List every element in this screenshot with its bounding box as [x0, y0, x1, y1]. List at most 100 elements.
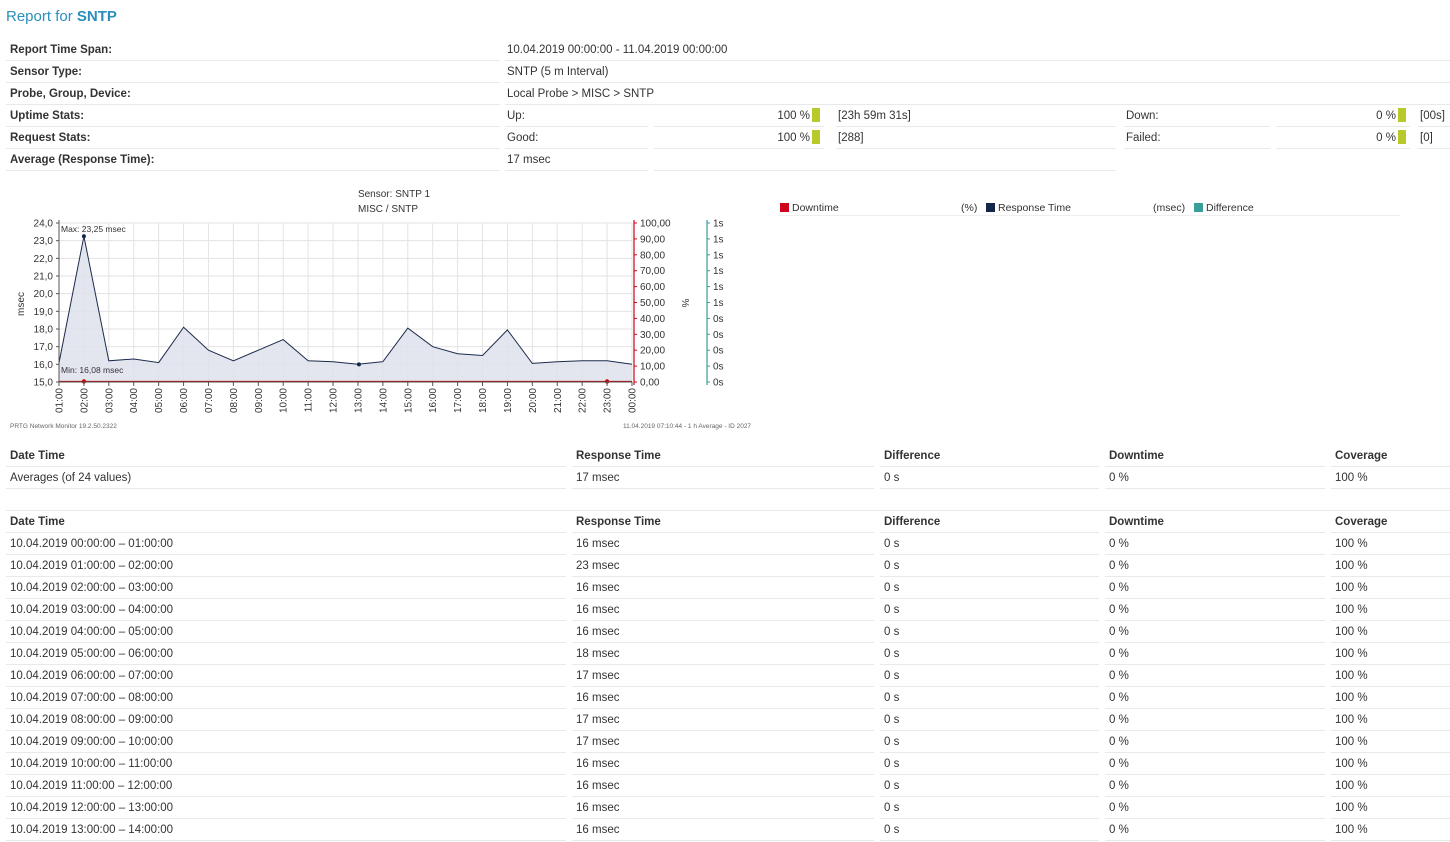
row-coverage: 100 % — [1331, 710, 1450, 731]
chart-title: Sensor: SNTP 1 — [358, 189, 431, 200]
avg-difference: 0 s — [880, 468, 1099, 489]
y-tick-label: 24,0 — [34, 219, 54, 230]
row-date-time: 10.04.2019 07:00:00 – 08:00:00 — [6, 688, 566, 709]
row-coverage: 100 % — [1331, 534, 1450, 555]
time-span-label: Report Time Span: — [6, 40, 500, 61]
row-difference: 0 s — [880, 666, 1099, 687]
y3-tick-label: 0s — [713, 314, 724, 325]
plot-area — [59, 223, 632, 382]
request-good-pct: 100 % — [654, 128, 824, 149]
row-downtime: 0 % — [1105, 732, 1325, 753]
x-tick-label: 01:00 — [55, 388, 66, 413]
uptime-up-pct: 100 % — [654, 106, 824, 127]
x-tick-label: 06:00 — [179, 388, 190, 413]
y-tick-label: 23,0 — [34, 236, 54, 247]
table-row: 10.04.2019 05:00:00 – 06:00:00 18 msec 0 s… — [0, 644, 1450, 666]
x-tick-label: 05:00 — [154, 388, 165, 413]
row-date-time: 10.04.2019 04:00:00 – 05:00:00 — [6, 622, 566, 643]
table-row: 10.04.2019 04:00:00 – 05:00:00 16 msec 0 s… — [0, 622, 1450, 644]
row-response-time: 16 msec — [572, 600, 874, 621]
uptime-up-bar — [812, 108, 820, 122]
col-downtime: Downtime — [1105, 512, 1325, 533]
max-label: Max: 23,25 msec — [61, 224, 126, 234]
row-response-time: 18 msec — [572, 644, 874, 665]
summary-row-sensor-type: Sensor Type: SNTP (5 m Interval) — [0, 62, 1450, 84]
y2-axis-label: % — [679, 299, 690, 308]
request-failed-pct: 0 % — [1276, 128, 1410, 149]
row-date-time: 10.04.2019 02:00:00 – 03:00:00 — [6, 578, 566, 599]
y3-tick-label: 1s — [713, 282, 724, 293]
row-date-time: 10.04.2019 00:00:00 – 01:00:00 — [6, 534, 566, 555]
x-tick-label: 21:00 — [553, 388, 564, 413]
row-coverage: 100 % — [1331, 688, 1450, 709]
legend-difference: Difference — [1194, 202, 1254, 214]
row-coverage: 100 % — [1331, 732, 1450, 753]
probe-label: Probe, Group, Device: — [6, 84, 500, 105]
table-row: 10.04.2019 08:00:00 – 09:00:00 17 msec 0 s… — [0, 710, 1450, 732]
row-date-time: 10.04.2019 05:00:00 – 06:00:00 — [6, 644, 566, 665]
row-difference: 0 s — [880, 622, 1099, 643]
legend-response-time: Response Time — [986, 202, 1071, 214]
x-tick-label: 13:00 — [353, 388, 364, 413]
y-tick-label: 15,0 — [34, 378, 54, 389]
x-tick-label: 14:00 — [378, 388, 389, 413]
averages-row: Averages (of 24 values) 17 msec 0 s 0 % … — [0, 468, 1450, 490]
row-downtime: 0 % — [1105, 534, 1325, 555]
table-row: 10.04.2019 06:00:00 – 07:00:00 17 msec 0 s… — [0, 666, 1450, 688]
table-row: 10.04.2019 09:00:00 – 10:00:00 17 msec 0 s… — [0, 732, 1450, 754]
summary-row-average: Average (Response Time): 17 msec — [0, 150, 1450, 172]
row-response-time: 16 msec — [572, 820, 874, 841]
y3-tick-label: 0s — [713, 362, 724, 373]
average-value: 17 msec — [505, 150, 648, 171]
legend-response-unit: (msec) — [1153, 202, 1186, 214]
row-coverage: 100 % — [1331, 820, 1450, 841]
table-row: 10.04.2019 11:00:00 – 12:00:00 16 msec 0 s… — [0, 776, 1450, 798]
row-difference: 0 s — [880, 688, 1099, 709]
average-spacer — [654, 150, 1116, 171]
row-date-time: 10.04.2019 11:00:00 – 12:00:00 — [6, 776, 566, 797]
x-tick-label: 19:00 — [503, 388, 514, 413]
chart-subtitle: MISC / SNTP — [358, 204, 418, 215]
table-row: 10.04.2019 03:00:00 – 04:00:00 16 msec 0 s… — [0, 600, 1450, 622]
row-response-time: 17 msec — [572, 666, 874, 687]
row-downtime: 0 % — [1105, 666, 1325, 687]
legend-difference-swatch — [1194, 203, 1203, 212]
min-label: Min: 16,08 msec — [61, 365, 124, 375]
row-coverage: 100 % — [1331, 666, 1450, 687]
y-tick-label: 21,0 — [34, 272, 54, 283]
averages-header-row: Date Time Response Time Difference Downt… — [0, 446, 1450, 468]
y3-tick-label: 1s — [713, 219, 724, 230]
row-downtime: 0 % — [1105, 644, 1325, 665]
x-tick-label: 16:00 — [428, 388, 439, 413]
col-downtime: Downtime — [1105, 446, 1325, 467]
row-downtime: 0 % — [1105, 798, 1325, 819]
uptime-up-time: [23h 59m 31s] — [836, 106, 1116, 127]
row-difference: 0 s — [880, 754, 1099, 775]
chart-svg: Sensor: SNTP 1 MISC / SNTP msec % PRTG N… — [10, 189, 751, 430]
row-response-time: 17 msec — [572, 732, 874, 753]
avg-response-time: 17 msec — [572, 468, 874, 489]
row-date-time: 10.04.2019 12:00:00 – 13:00:00 — [6, 798, 566, 819]
y3-tick-label: 1s — [713, 298, 724, 309]
x-tick-label: 00:00 — [628, 388, 639, 413]
y3-tick-label: 0s — [713, 346, 724, 357]
table-row: 10.04.2019 13:00:00 – 14:00:00 16 msec 0 s… — [0, 820, 1450, 842]
x-tick-label: 15:00 — [403, 388, 414, 413]
x-tick-label: 23:00 — [603, 388, 614, 413]
col-coverage: Coverage — [1331, 446, 1450, 467]
spacer — [6, 490, 1450, 511]
uptime-down-pct: 0 % — [1276, 106, 1410, 127]
x-tick-label: 18:00 — [478, 388, 489, 413]
chart-legend: Downtime (%) Response Time (msec) Differ… — [778, 200, 1400, 216]
chart-footer-right: 11.04.2019 07:10:44 - 1 h Average - ID 2… — [623, 423, 751, 430]
row-coverage: 100 % — [1331, 578, 1450, 599]
row-downtime: 0 % — [1105, 600, 1325, 621]
avg-coverage: 100 % — [1331, 468, 1450, 489]
summary-row-uptime: Uptime Stats: Up: 100 % [23h 59m 31s] Do… — [0, 106, 1450, 128]
y-tick-label: 16,0 — [34, 360, 54, 371]
y2-tick-label: 90,00 — [640, 234, 665, 245]
row-response-time: 16 msec — [572, 534, 874, 555]
y-tick-label: 17,0 — [34, 342, 54, 353]
row-coverage: 100 % — [1331, 622, 1450, 643]
summary-row-time-span: Report Time Span: 10.04.2019 00:00:00 - … — [0, 40, 1450, 62]
